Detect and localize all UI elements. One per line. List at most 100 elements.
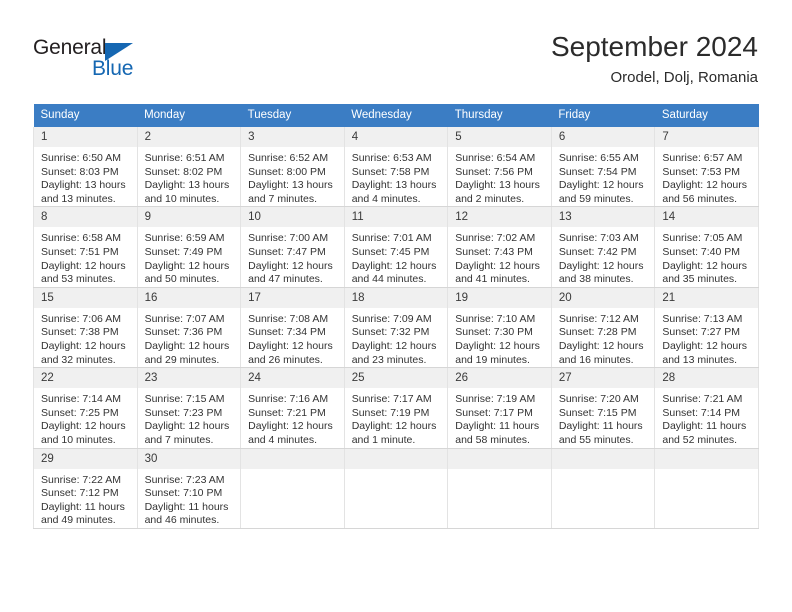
day-details: Sunrise: 7:01 AM Sunset: 7:45 PM Daylight:… [345,228,448,286]
daylight-text-line1: Daylight: 11 hours [662,420,747,433]
day-details: Sunrise: 6:59 AM Sunset: 7:49 PM Daylight:… [138,228,241,286]
calendar-day-cell[interactable]: 8 Sunrise: 6:58 AM Sunset: 7:51 PM Daylight… [33,206,138,288]
sunset-text: Sunset: 7:32 PM [351,326,430,339]
day-number: 3 [241,127,344,148]
daylight-text-line1: Daylight: 12 hours [662,259,748,272]
weekday-header-wednesday: Wednesday [344,104,448,127]
daylight-text-line2: and 4 minutes. [351,192,421,205]
calendar-day-cell[interactable]: 1 Sunrise: 6:50 AM Sunset: 8:03 PM Daylight… [33,127,138,208]
calendar-day-cell[interactable]: 12 Sunrise: 7:02 AM Sunset: 7:43 PM Dayligh… [447,206,552,288]
calendar-day-cell[interactable]: 18 Sunrise: 7:09 AM Sunset: 7:32 PM Dayligh… [343,287,449,369]
calendar-day-cell[interactable]: 26 Sunrise: 7:19 AM Sunset: 7:17 PM Dayligh… [447,367,552,449]
daylight-text-line2: and 47 minutes. [248,273,323,286]
calendar-day-cell[interactable]: 21 Sunrise: 7:13 AM Sunset: 7:27 PM Dayligh… [654,287,759,369]
day-details: Sunrise: 7:21 AM Sunset: 7:14 PM Daylight:… [655,389,758,447]
daylight-text-line1: Daylight: 12 hours [144,420,230,433]
daylight-text-line2: and 50 minutes. [144,273,220,286]
sunrise-text: Sunrise: 6:57 AM [662,152,743,164]
sunrise-text: Sunrise: 7:21 AM [662,393,743,406]
daylight-text-line2: and 38 minutes. [558,273,634,286]
day-number: 9 [137,207,241,229]
calendar-week-row: 1 Sunrise: 6:50 AM Sunset: 8:03 PM Daylight… [33,127,759,208]
day-number [655,448,758,470]
daylight-text-line2: and 29 minutes. [144,353,220,366]
sunset-text: Sunset: 7:15 PM [558,406,637,419]
calendar-day-cell[interactable]: 24 Sunrise: 7:16 AM Sunset: 7:21 PM Dayligh… [240,367,345,449]
day-details: Sunrise: 7:14 AM Sunset: 7:25 PM Daylight:… [34,389,137,447]
calendar-day-cell[interactable]: 15 Sunrise: 7:06 AM Sunset: 7:38 PM Dayligh… [33,287,138,369]
daylight-text-line1: Daylight: 12 hours [351,259,437,272]
daylight-text-line1: Daylight: 13 hours [144,179,230,192]
calendar-day-cell[interactable]: 27 Sunrise: 7:20 AM Sunset: 7:15 PM Dayligh… [550,367,656,449]
daylight-text-line2: and 46 minutes. [144,514,220,527]
day-number [241,448,344,470]
calendar-day-cell[interactable]: 25 Sunrise: 7:17 AM Sunset: 7:19 PM Dayligh… [343,367,449,449]
calendar-day-cell[interactable]: 11 Sunrise: 7:01 AM Sunset: 7:45 PM Dayligh… [343,206,449,288]
general-blue-logo[interactable]: General Blue [33,36,173,82]
daylight-text-line1: Daylight: 12 hours [41,420,126,433]
sunrise-text: Sunrise: 6:58 AM [41,232,121,245]
sunset-text: Sunset: 7:36 PM [144,326,223,339]
sunset-text: Sunset: 7:43 PM [455,245,533,258]
calendar-day-cell[interactable]: 28 Sunrise: 7:21 AM Sunset: 7:14 PM Dayligh… [654,367,759,449]
daylight-text-line2: and 56 minutes. [662,192,738,205]
sunset-text: Sunset: 7:21 PM [248,406,326,419]
sunrise-text: Sunrise: 7:14 AM [41,393,121,406]
calendar-day-cell[interactable]: 13 Sunrise: 7:03 AM Sunset: 7:42 PM Dayligh… [550,206,656,288]
calendar-week-row: 15 Sunrise: 7:06 AM Sunset: 7:38 PM Dayligh… [33,287,759,369]
calendar-day-cell[interactable]: 5 Sunrise: 6:54 AM Sunset: 7:56 PM Daylight… [447,127,552,208]
calendar-day-cell[interactable]: 10 Sunrise: 7:00 AM Sunset: 7:47 PM Dayligh… [240,206,345,288]
calendar-day-cell[interactable]: 6 Sunrise: 6:55 AM Sunset: 7:54 PM Daylight… [550,127,656,208]
sunset-text: Sunset: 7:49 PM [144,245,223,258]
sunrise-text: Sunrise: 7:02 AM [455,232,536,245]
daylight-text-line2: and 13 minutes. [662,353,738,366]
sunrise-text: Sunrise: 6:53 AM [351,152,432,164]
daylight-text-line1: Daylight: 12 hours [351,420,437,433]
calendar-day-cell[interactable]: 4 Sunrise: 6:53 AM Sunset: 7:58 PM Daylight… [343,127,449,208]
day-details: Sunrise: 7:20 AM Sunset: 7:15 PM Daylight:… [552,389,655,447]
day-number: 1 [34,127,137,148]
calendar-day-cell[interactable]: 17 Sunrise: 7:08 AM Sunset: 7:34 PM Dayligh… [240,287,345,369]
day-number: 7 [655,127,758,148]
sunset-text: Sunset: 7:28 PM [558,326,637,339]
calendar-day-cell[interactable]: 23 Sunrise: 7:15 AM Sunset: 7:23 PM Dayligh… [136,367,242,449]
sunrise-text: Sunrise: 7:12 AM [558,312,639,325]
calendar-header-row: Sunday Monday Tuesday Wednesday Thursday… [33,104,759,127]
calendar-day-cell[interactable]: 14 Sunrise: 7:05 AM Sunset: 7:40 PM Dayligh… [654,206,759,288]
sunset-text: Sunset: 7:12 PM [41,487,119,500]
day-number: 23 [137,368,241,390]
calendar-day-cell[interactable]: 16 Sunrise: 7:07 AM Sunset: 7:36 PM Dayligh… [136,287,242,369]
day-number [448,448,551,470]
calendar-day-cell[interactable]: 19 Sunrise: 7:10 AM Sunset: 7:30 PM Dayligh… [447,287,552,369]
calendar-cell-empty [240,448,345,529]
day-number: 17 [241,287,344,309]
sunrise-text: Sunrise: 7:22 AM [41,473,121,486]
calendar-body: 1 Sunrise: 6:50 AM Sunset: 8:03 PM Daylight… [33,127,759,529]
calendar-day-cell[interactable]: 29 Sunrise: 7:22 AM Sunset: 7:12 PM Dayligh… [33,448,138,529]
daylight-text-line1: Daylight: 11 hours [455,420,540,433]
calendar-day-cell[interactable]: 2 Sunrise: 6:51 AM Sunset: 8:02 PM Daylight… [136,127,242,208]
calendar-day-cell[interactable]: 3 Sunrise: 6:52 AM Sunset: 8:00 PM Daylight… [240,127,345,208]
calendar-day-cell[interactable]: 7 Sunrise: 6:57 AM Sunset: 7:53 PM Daylight… [654,127,759,208]
daylight-text-line1: Daylight: 12 hours [248,339,333,352]
sunset-text: Sunset: 8:03 PM [41,165,119,178]
calendar-day-cell[interactable]: 30 Sunrise: 7:23 AM Sunset: 7:10 PM Dayligh… [136,448,242,529]
sunrise-text: Sunrise: 7:08 AM [248,312,329,325]
day-details: Sunrise: 6:53 AM Sunset: 7:58 PM Daylight:… [345,148,448,206]
daylight-text-line2: and 49 minutes. [41,514,116,527]
calendar-day-cell[interactable]: 9 Sunrise: 6:59 AM Sunset: 7:49 PM Daylight… [136,206,242,288]
calendar-day-cell[interactable]: 20 Sunrise: 7:12 AM Sunset: 7:28 PM Dayligh… [550,287,656,369]
day-number [551,448,655,470]
sunrise-text: Sunrise: 7:19 AM [455,393,536,406]
daylight-text-line1: Daylight: 12 hours [455,259,540,272]
day-number: 22 [34,368,137,390]
daylight-text-line2: and 53 minutes. [41,273,116,286]
day-details: Sunrise: 7:02 AM Sunset: 7:43 PM Daylight:… [448,228,551,286]
sunrise-text: Sunrise: 6:54 AM [455,152,536,164]
day-number: 28 [655,368,758,390]
daylight-text-line2: and 52 minutes. [662,433,738,446]
day-details: Sunrise: 7:08 AM Sunset: 7:34 PM Daylight:… [241,309,344,367]
sunset-text: Sunset: 7:23 PM [144,406,223,419]
calendar-day-cell[interactable]: 22 Sunrise: 7:14 AM Sunset: 7:25 PM Dayligh… [33,367,138,449]
day-number: 8 [34,207,137,229]
